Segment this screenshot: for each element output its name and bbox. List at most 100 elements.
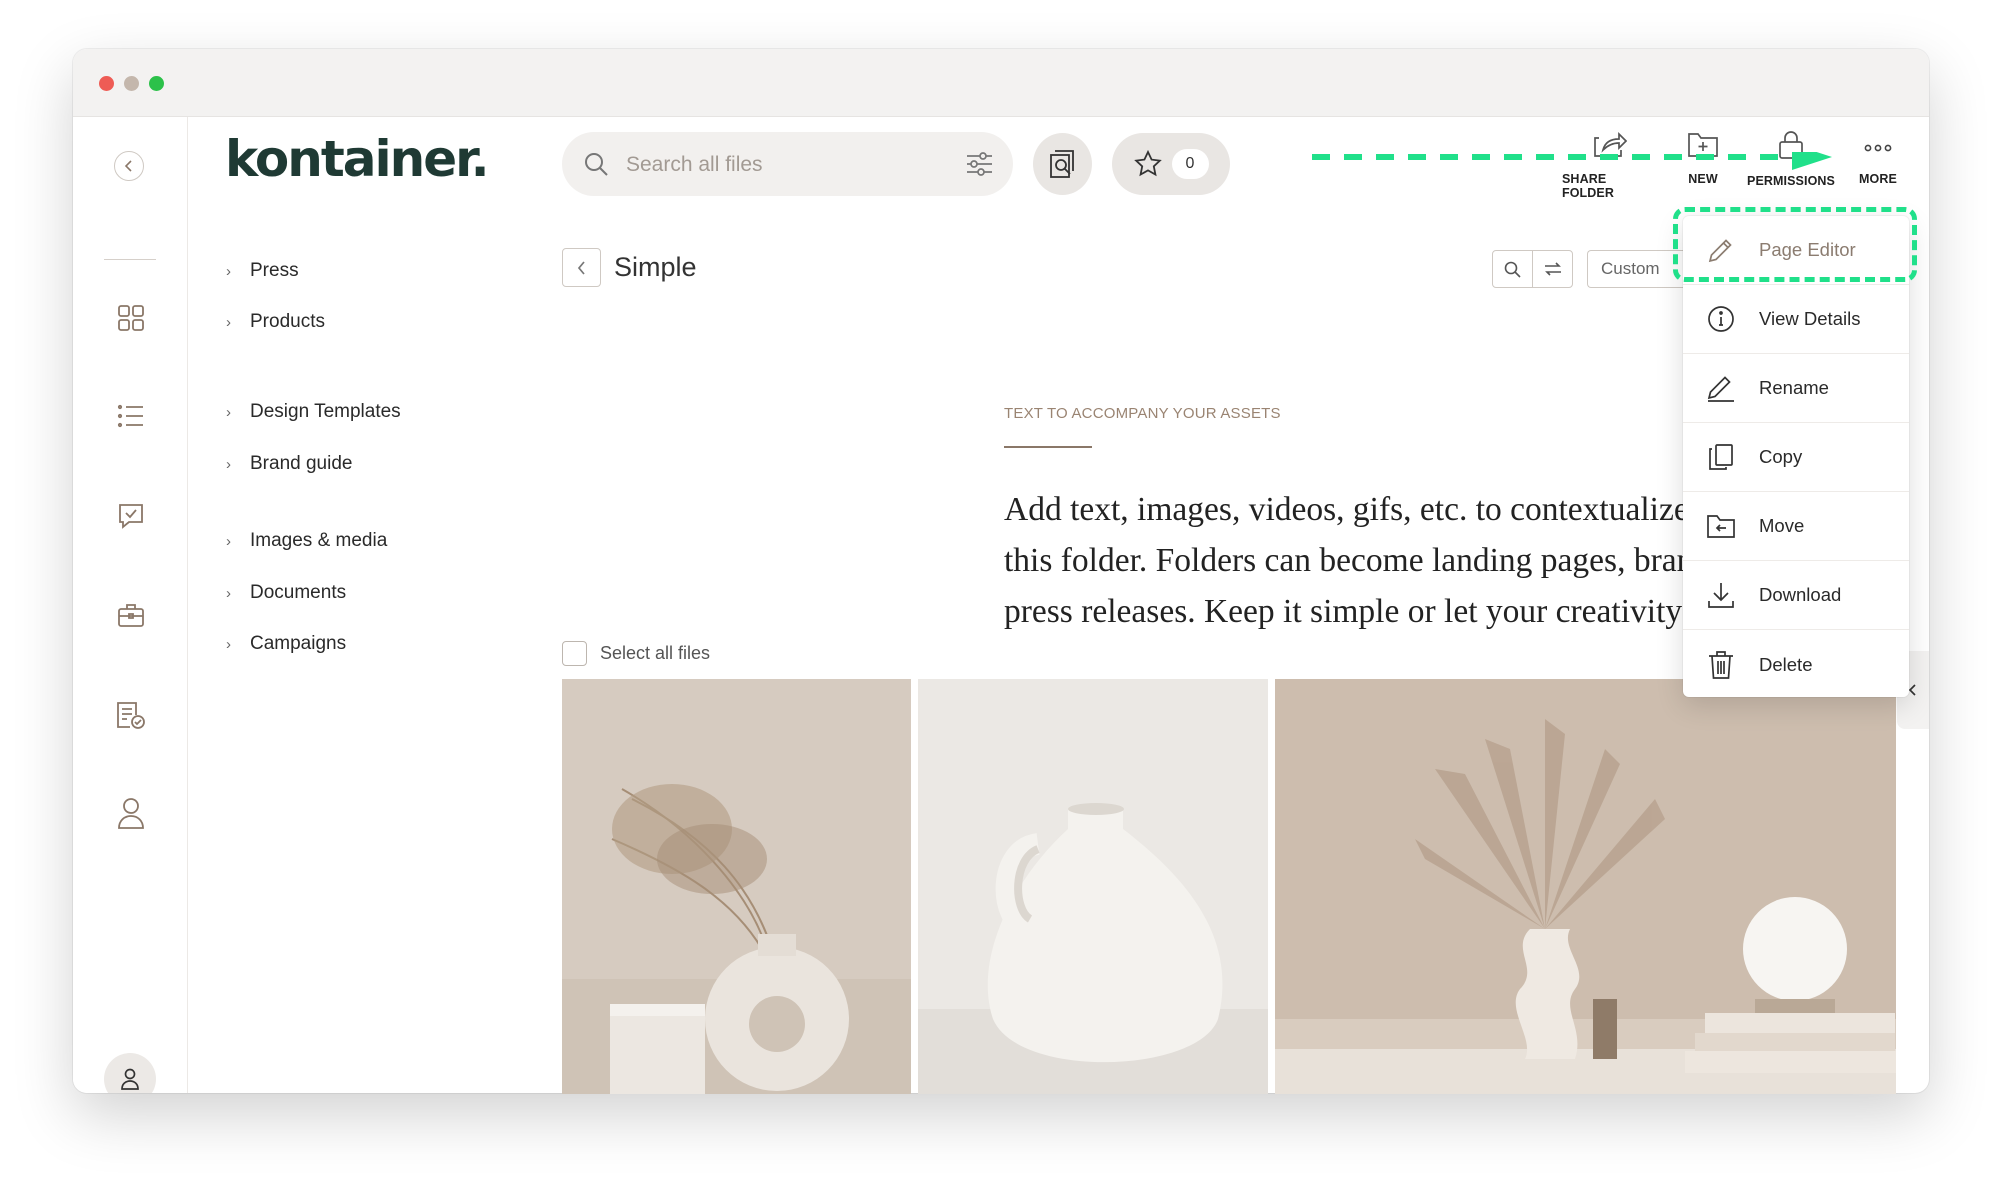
rail-back-button[interactable] bbox=[114, 151, 144, 181]
folder-tree-label: Images & media bbox=[250, 530, 388, 551]
menu-item-label: Move bbox=[1759, 515, 1805, 536]
more-button[interactable]: MORE bbox=[1858, 130, 1898, 186]
folder-description: Add text, images, videos, gifs, etc. to … bbox=[1004, 484, 1704, 644]
folder-tree-label: Brand guide bbox=[250, 453, 353, 474]
rail-item-approvals[interactable] bbox=[115, 500, 147, 532]
folder-tree-label: Products bbox=[250, 311, 325, 332]
asset-thumbnail[interactable] bbox=[562, 679, 911, 1094]
close-window-button[interactable] bbox=[99, 76, 114, 91]
chevron-right-icon: › bbox=[226, 584, 231, 602]
sort-arrows-icon bbox=[1544, 262, 1561, 276]
more-dots-icon bbox=[1864, 144, 1892, 152]
list-icon bbox=[117, 404, 143, 428]
folder-tree-item-documents[interactable]: › Documents bbox=[226, 582, 346, 604]
menu-item-copy[interactable]: Copy bbox=[1683, 423, 1909, 492]
more-label: MORE bbox=[1859, 172, 1897, 186]
chevron-right-icon: › bbox=[226, 532, 231, 550]
more-dropdown-menu: Page Editor View Details Rename Copy Mov… bbox=[1683, 216, 1909, 697]
folder-tree-label: Campaigns bbox=[250, 633, 347, 654]
select-all-checkbox[interactable] bbox=[562, 641, 587, 666]
folder-back-button[interactable] bbox=[562, 248, 601, 287]
trash-icon bbox=[1709, 650, 1733, 679]
chevron-left-icon bbox=[1908, 684, 1916, 696]
folder-tree-item-press[interactable]: › Press bbox=[226, 260, 299, 282]
rename-icon bbox=[1707, 376, 1734, 402]
menu-item-label: Copy bbox=[1759, 446, 1803, 467]
folder-tree-item-products[interactable]: › Products bbox=[226, 311, 325, 333]
favorites-count: 0 bbox=[1171, 149, 1209, 179]
asset-thumbnail[interactable] bbox=[1275, 679, 1896, 1094]
folder-tree-label: Design Templates bbox=[250, 401, 401, 422]
menu-item-download[interactable]: Download bbox=[1683, 561, 1909, 630]
search-input[interactable]: Search all files bbox=[626, 153, 763, 177]
chevron-right-icon: › bbox=[226, 455, 231, 473]
chevron-right-icon: › bbox=[226, 635, 231, 653]
icon-rail bbox=[73, 117, 188, 1093]
chevron-left-icon bbox=[124, 160, 132, 172]
search-files-icon bbox=[1049, 150, 1074, 178]
user-icon bbox=[118, 798, 144, 829]
search-icon bbox=[585, 153, 608, 176]
grid-icon bbox=[118, 305, 144, 331]
annotation-dashed-arrow bbox=[1312, 152, 1832, 170]
kicker-divider bbox=[1004, 446, 1092, 448]
copy-icon bbox=[1709, 444, 1733, 470]
account-avatar-icon bbox=[121, 1068, 139, 1090]
palm-leaf-vase-lamp-image bbox=[1275, 679, 1896, 1094]
rail-item-grid[interactable] bbox=[115, 302, 147, 334]
chevron-right-icon: › bbox=[226, 262, 231, 280]
annotation-highlight-box bbox=[1673, 207, 1917, 282]
menu-item-view-details[interactable]: View Details bbox=[1683, 285, 1909, 354]
menu-item-move[interactable]: Move bbox=[1683, 492, 1909, 561]
folder-filter-button[interactable] bbox=[1532, 250, 1573, 288]
folder-search-button[interactable] bbox=[1492, 250, 1533, 288]
folder-title: Simple bbox=[614, 252, 697, 282]
filter-sliders-icon[interactable] bbox=[966, 152, 993, 176]
rail-divider bbox=[104, 259, 156, 260]
star-icon bbox=[1133, 150, 1162, 177]
zoom-window-button[interactable] bbox=[149, 76, 164, 91]
folder-tree-item-images-media[interactable]: › Images & media bbox=[226, 530, 387, 552]
rail-item-users[interactable] bbox=[115, 797, 147, 829]
chevron-right-icon: › bbox=[226, 403, 231, 421]
folder-tree-item-campaigns[interactable]: › Campaigns bbox=[226, 633, 346, 655]
menu-item-label: Rename bbox=[1759, 377, 1829, 398]
search-icon bbox=[1504, 261, 1521, 278]
folder-tree-label: Press bbox=[250, 260, 299, 281]
sort-select[interactable]: Custom bbox=[1587, 250, 1687, 288]
move-folder-icon bbox=[1707, 515, 1735, 538]
folder-tree-label: Documents bbox=[250, 582, 347, 603]
select-all-files[interactable]: Select all files bbox=[562, 641, 710, 666]
asset-thumbnail[interactable] bbox=[918, 679, 1268, 1094]
menu-item-label: Download bbox=[1759, 584, 1842, 605]
white-jug-vase-image bbox=[918, 679, 1268, 1094]
description-line: this folder. Folders can become landing … bbox=[1004, 542, 1704, 579]
advanced-search-button[interactable] bbox=[1033, 133, 1092, 195]
title-bar bbox=[73, 49, 1929, 117]
folder-tree-item-design-templates[interactable]: › Design Templates bbox=[226, 401, 401, 423]
chevron-right-icon: › bbox=[226, 313, 231, 331]
rail-item-briefcase[interactable] bbox=[115, 599, 147, 631]
briefcase-icon bbox=[118, 604, 144, 627]
menu-item-delete[interactable]: Delete bbox=[1683, 630, 1909, 699]
rail-item-tasks[interactable] bbox=[115, 699, 147, 731]
folder-tree-item-brand-guide[interactable]: › Brand guide bbox=[226, 453, 352, 475]
download-icon bbox=[1708, 583, 1734, 608]
info-icon bbox=[1708, 306, 1734, 332]
content-kicker: TEXT TO ACCOMPANY YOUR ASSETS bbox=[1004, 405, 1281, 422]
favorites-button[interactable]: 0 bbox=[1112, 133, 1230, 195]
minimize-window-button[interactable] bbox=[124, 76, 139, 91]
account-avatar[interactable] bbox=[104, 1053, 156, 1093]
menu-item-label: View Details bbox=[1759, 308, 1861, 329]
menu-item-label: Delete bbox=[1759, 653, 1813, 675]
chevron-left-icon bbox=[577, 260, 585, 275]
kontainer-logo[interactable]: kontainer. bbox=[225, 130, 490, 188]
rail-item-list[interactable] bbox=[115, 400, 147, 432]
checklist-icon bbox=[117, 702, 145, 729]
description-line: Add text, images, videos, gifs, etc. to … bbox=[1004, 491, 1689, 528]
chat-check-icon bbox=[119, 504, 143, 529]
menu-item-rename[interactable]: Rename bbox=[1683, 354, 1909, 423]
vase-with-pampas-image bbox=[562, 679, 911, 1094]
description-line: press releases. Keep it simple or let yo… bbox=[1004, 593, 1683, 630]
search-bar[interactable]: Search all files bbox=[562, 132, 1013, 196]
